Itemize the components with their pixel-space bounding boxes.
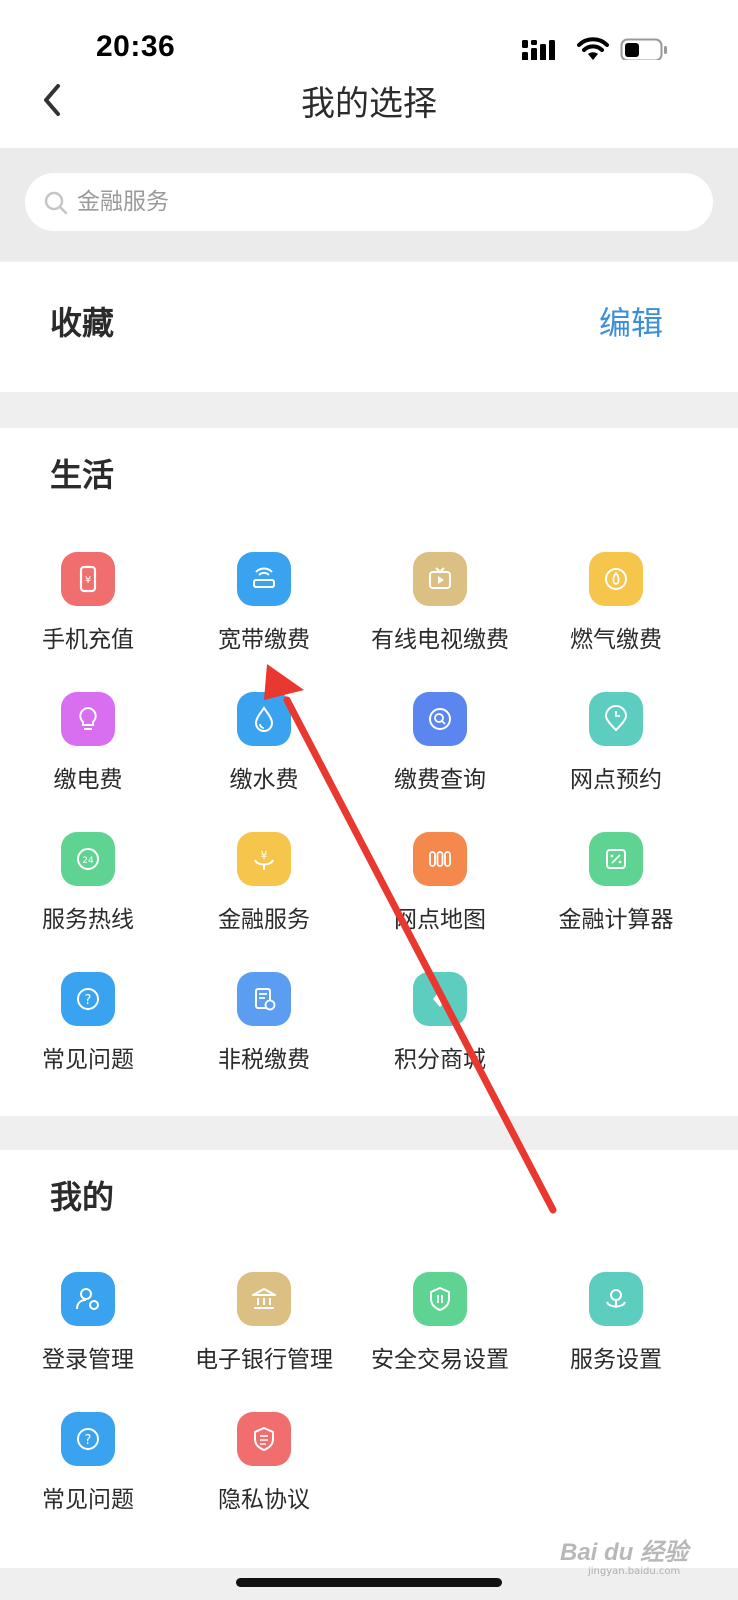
bank-icon: [237, 1272, 291, 1326]
service-label: 手机充值: [42, 627, 134, 653]
points-mall-icon: [413, 972, 467, 1026]
status-time: 20:36: [96, 30, 176, 63]
service-label: 网点地图: [394, 907, 486, 933]
baidu-jingyan-watermark: Bai du 经验 jingyan.baidu.com: [560, 1528, 710, 1584]
search-area: [0, 148, 738, 260]
search-icon: [44, 191, 68, 215]
service-finance[interactable]: ¥ 金融服务: [174, 832, 354, 934]
nav-bar: 我的选择: [0, 60, 738, 148]
watermark-url: jingyan.baidu.com: [588, 1566, 681, 1577]
tv-icon: [413, 552, 467, 606]
mine-ebank-management[interactable]: 电子银行管理: [174, 1272, 354, 1374]
location-clock-icon: [589, 692, 643, 746]
service-label: 有线电视缴费: [371, 627, 509, 653]
service-electricity[interactable]: 缴电费: [0, 692, 178, 794]
service-branch-appointment[interactable]: 网点预约: [526, 692, 706, 794]
service-branch-map[interactable]: 网点地图: [350, 832, 530, 934]
broadband-icon: [237, 552, 291, 606]
service-phone-recharge[interactable]: ¥ 手机充值: [0, 552, 178, 654]
search-input[interactable]: [77, 173, 677, 231]
service-non-tax[interactable]: 非税缴费: [174, 972, 354, 1074]
service-label: 非税缴费: [218, 1047, 310, 1073]
finance-hand-icon: ¥: [237, 832, 291, 886]
search-box[interactable]: [25, 173, 713, 231]
service-gas[interactable]: 燃气缴费: [526, 552, 706, 654]
mine-login-management[interactable]: 登录管理: [0, 1272, 178, 1374]
service-label: 安全交易设置: [371, 1347, 509, 1373]
tax-document-icon: [237, 972, 291, 1026]
service-label: 服务热线: [42, 907, 134, 933]
mine-faq[interactable]: ? 常见问题: [0, 1412, 178, 1514]
service-faq[interactable]: ? 常见问题: [0, 972, 178, 1074]
home-indicator[interactable]: [236, 1578, 502, 1587]
life-section: 生活 ¥ 手机充值 宽带缴费 有线电视缴费 燃气缴费 缴电费 缴水费 缴费查询 …: [0, 428, 738, 1116]
favorites-title: 收藏: [50, 304, 115, 342]
service-label: 金融服务: [218, 907, 310, 933]
service-label: 常见问题: [42, 1047, 134, 1073]
query-icon: [413, 692, 467, 746]
service-label: 宽带缴费: [218, 627, 310, 653]
service-label: 燃气缴费: [570, 627, 662, 653]
watermark-logo: Bai du 经验: [560, 1539, 689, 1566]
service-label: 常见问题: [42, 1487, 134, 1513]
service-broadband[interactable]: 宽带缴费: [174, 552, 354, 654]
shield-transfer-icon: [413, 1272, 467, 1326]
mine-service-settings[interactable]: 服务设置: [526, 1272, 706, 1374]
mine-privacy-agreement[interactable]: 隐私协议: [174, 1412, 354, 1514]
service-label: 缴电费: [53, 767, 123, 793]
service-label: 金融计算器: [558, 907, 674, 933]
svg-text:24: 24: [82, 856, 94, 866]
favorites-section: 收藏 编辑: [0, 262, 738, 392]
map-icon: [413, 832, 467, 886]
service-calculator[interactable]: 金融计算器: [526, 832, 706, 934]
svg-text:¥: ¥: [261, 849, 268, 862]
svg-text:¥: ¥: [85, 575, 91, 586]
mine-section-title: 我的: [50, 1178, 115, 1216]
service-points-mall[interactable]: 积分商城: [350, 972, 530, 1074]
service-cable-tv[interactable]: 有线电视缴费: [350, 552, 530, 654]
service-hotline[interactable]: 24 服务热线: [0, 832, 178, 934]
service-bill-query[interactable]: 缴费查询: [350, 692, 530, 794]
service-label: 缴费查询: [394, 767, 486, 793]
mine-section: 我的 登录管理 电子银行管理 安全交易设置 服务设置 ? 常见问题 隐私协议: [0, 1150, 738, 1568]
service-label: 隐私协议: [218, 1487, 310, 1513]
service-label: 积分商城: [394, 1047, 486, 1073]
svg-text:?: ?: [85, 993, 92, 1008]
edit-button[interactable]: 编辑: [599, 298, 663, 344]
calculator-icon: [589, 832, 643, 886]
question-icon: ?: [61, 972, 115, 1026]
svg-text:?: ?: [85, 1433, 92, 1448]
gas-icon: [589, 552, 643, 606]
page-title: 我的选择: [301, 84, 437, 124]
service-pin-icon: [589, 1272, 643, 1326]
question-icon: ?: [61, 1412, 115, 1466]
water-drop-icon: [237, 692, 291, 746]
mine-secure-transaction[interactable]: 安全交易设置: [350, 1272, 530, 1374]
service-label: 网点预约: [570, 767, 662, 793]
wifi-icon: [577, 37, 609, 60]
user-settings-icon: [61, 1272, 115, 1326]
service-water[interactable]: 缴水费: [174, 692, 354, 794]
life-section-title: 生活: [50, 456, 115, 494]
service-label: 缴水费: [229, 767, 299, 793]
privacy-shield-icon: [237, 1412, 291, 1466]
hotline-24-icon: 24: [61, 832, 115, 886]
service-label: 登录管理: [42, 1347, 134, 1373]
phone-recharge-icon: ¥: [61, 552, 115, 606]
lightbulb-icon: [61, 692, 115, 746]
service-label: 服务设置: [570, 1347, 662, 1373]
service-label: 电子银行管理: [195, 1347, 333, 1373]
